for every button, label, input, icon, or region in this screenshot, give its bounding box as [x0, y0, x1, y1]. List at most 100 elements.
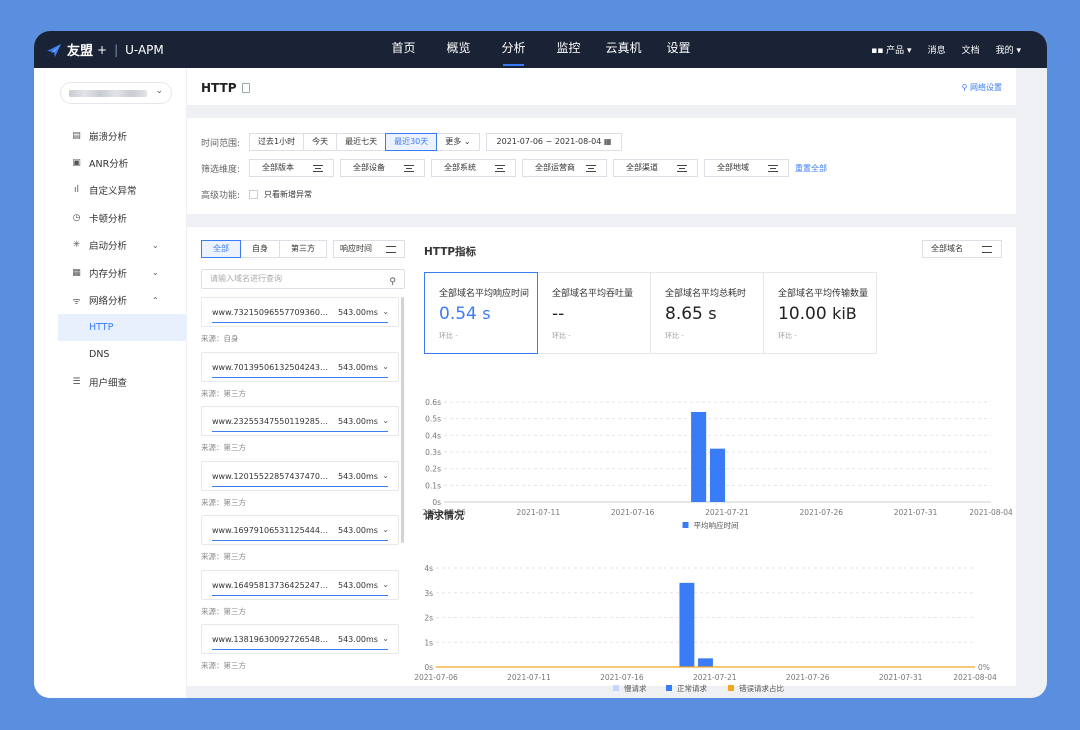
nav-settings[interactable]: 设置 — [651, 31, 706, 68]
os-select[interactable]: 全部系统 — [431, 159, 516, 177]
response-time: 543.00ms — [338, 308, 378, 317]
domain-row[interactable]: www.701395061325042434... 543.00ms ⌄ — [201, 351, 399, 382]
time-7d-button[interactable]: 最近七天 — [336, 133, 387, 151]
response-time: 543.00ms — [338, 635, 378, 644]
metric-label: 全部域名平均传输数量 — [778, 289, 869, 299]
metric-compare: 环比 - — [778, 332, 797, 340]
list-item: www.732150965577093608... 543.00ms ⌄ 来源：自身 — [201, 297, 401, 352]
sidebar-item-anr[interactable]: ▣ ANR分析 — [34, 149, 186, 176]
nav-overview[interactable]: 概览 — [431, 31, 486, 68]
list-scrollbar[interactable] — [401, 297, 404, 543]
response-time-chart: 0s0.1s0.2s0.3s0.4s0.5s0.6s2021-07-06 2021… — [422, 398, 1013, 530]
domain-row[interactable]: www.169791065311254442l... 543.00ms ⌄ — [201, 515, 399, 545]
new-exception-checkbox[interactable] — [249, 190, 258, 199]
nav-home[interactable]: 首页 — [376, 31, 431, 68]
nav-analysis[interactable]: 分析 — [486, 31, 541, 68]
domain-row[interactable]: www.164958137364252479... 543.00ms ⌄ — [201, 569, 399, 600]
top-navbar: 友盟 + | U-APM 首页 概览 分析 监控 云真机 设置 ▪▪ 产品 ▾ … — [34, 31, 1047, 68]
sidebar-item-label: 启动分析 — [89, 241, 128, 253]
sidebar-item-crash[interactable]: ▤ 崩溃分析 — [34, 122, 186, 149]
chevron-down-icon: ⌄ — [382, 307, 389, 316]
time-30d-button[interactable]: 最近30天 — [385, 133, 438, 151]
chevron-down-icon: ⌄ — [382, 579, 389, 589]
reset-all-link[interactable]: 重置全部 — [795, 163, 827, 174]
time-today-button[interactable]: 今天 — [303, 133, 338, 151]
domain-select[interactable]: 全部域名 — [922, 240, 1002, 258]
x-tick-label: 2021-08-04 — [969, 508, 1013, 517]
nav-cloud-device[interactable]: 云真机 — [596, 31, 651, 68]
row-underline — [212, 431, 388, 432]
docs-link[interactable]: 文档 — [962, 43, 980, 56]
metric-card-response-time[interactable]: 全部域名平均响应时间 0.54 s 环比 - — [424, 272, 538, 354]
products-menu[interactable]: ▪▪ 产品 ▾ — [871, 43, 911, 56]
metric-unit: s — [482, 304, 491, 323]
requests-chart: 0s 1s 2s 3s 4s 0% 2021-07-06 2021-07-11 2021-07-… — [414, 564, 997, 693]
domain-row[interactable]: www.732150965577093608... 543.00ms ⌄ — [201, 297, 399, 327]
carrier-select[interactable]: 全部运营商 — [522, 159, 607, 177]
y-tick-label: 0.2s — [425, 465, 441, 474]
domain-row[interactable]: www.232553475501192855... 543.00ms ⌄ — [201, 406, 399, 436]
sidebar-item-label: 崩溃分析 — [89, 131, 128, 143]
new-exception-label: 只看新增异常 — [264, 190, 312, 199]
region-select[interactable]: 全部地域 — [704, 159, 789, 177]
tab-third-party[interactable]: 第三方 — [279, 240, 327, 258]
chevron-down-icon: ⌄ — [382, 470, 389, 480]
anr-icon: ▣ — [72, 158, 81, 169]
sidebar-item-startup[interactable]: ✳ 启动分析 ⌄ — [34, 232, 186, 259]
time-1h-button[interactable]: 过去1小时 — [249, 133, 305, 151]
device-select-value: 全部设备 — [353, 163, 385, 172]
domain-list: www.732150965577093608... 543.00ms ⌄ 来源：自身 … — [201, 297, 401, 679]
metric-label: 全部域名平均吞吐量 — [552, 289, 634, 299]
x-tick-label: 2021-07-26 — [786, 673, 830, 682]
time-more-button[interactable]: 更多 ⌄ — [436, 133, 480, 151]
chevron-down-icon: ⌄ — [382, 525, 389, 534]
domain-row[interactable]: www.120155228574374702... 543.00ms ⌄ — [201, 460, 399, 491]
network-settings-link[interactable]: ⚲ 网络设置 — [962, 82, 1002, 93]
sidebar-item-custom-exception[interactable]: ıl 自定义异常 — [34, 177, 186, 204]
domain-search-input[interactable]: 请输入域名进行查询 ⚲ — [201, 269, 405, 289]
sidebar-item-dns[interactable]: DNS — [34, 341, 186, 368]
domain-name: www.138196300927265487... — [212, 635, 330, 644]
metric-value: -- — [552, 304, 564, 324]
app-selector[interactable]: ⌄ — [60, 82, 172, 104]
domain-source: 来源：第三方 — [201, 497, 246, 507]
carrier-select-value: 全部运营商 — [535, 163, 575, 172]
dimension-label: 筛选维度: — [201, 164, 241, 175]
sidebar-item-network[interactable]: ᯤ 网络分析 ⌃ — [34, 286, 186, 313]
domain-source: 来源：第三方 — [201, 606, 246, 616]
logo[interactable]: 友盟 + | U-APM — [46, 40, 164, 59]
bar — [709, 448, 726, 502]
date-range-picker[interactable]: 2021-07-06 ~ 2021-08-04 ▦ — [485, 133, 623, 151]
sidebar-item-http[interactable]: HTTP — [58, 313, 196, 342]
domain-row[interactable]: www.138196300927265487... 543.00ms ⌄ — [201, 624, 399, 654]
domain-name: www.232553475501192855... — [212, 417, 330, 426]
y-tick-label: 1s — [424, 638, 433, 647]
messages-link[interactable]: 消息 — [928, 43, 946, 56]
sidebar-item-user-detail[interactable]: ☰ 用户细查 — [34, 369, 186, 396]
metric-value: 0.54 s — [439, 304, 491, 324]
sidebar-item-label: 内存分析 — [89, 268, 128, 280]
y-tick-label: 0s — [424, 663, 433, 672]
doc-icon[interactable] — [242, 83, 250, 93]
nav-monitor[interactable]: 监控 — [541, 31, 596, 68]
version-select[interactable]: 全部版本 — [249, 159, 334, 177]
date-range-value: 2021-07-06 ~ 2021-08-04 — [496, 137, 602, 146]
sort-select[interactable]: 响应时间 — [333, 240, 405, 258]
filter-icon — [313, 165, 323, 172]
metric-card-transfer[interactable]: 全部域名平均传输数量 10.00 kiB 环比 - — [763, 272, 877, 354]
tab-all[interactable]: 全部 — [201, 240, 241, 258]
device-select[interactable]: 全部设备 — [340, 159, 425, 177]
save-icon: ▦ — [72, 267, 81, 278]
x-tick-label: 2021-07-06 — [414, 673, 458, 682]
row-underline — [212, 485, 388, 487]
x-tick-label: 2021-07-26 — [799, 508, 843, 517]
metric-value: 10.00 kiB — [778, 304, 857, 324]
sidebar-item-memory[interactable]: ▦ 内存分析 ⌄ — [34, 259, 186, 286]
calendar-icon: ▦ — [603, 137, 612, 146]
account-menu[interactable]: 我的 ▾ — [996, 43, 1021, 56]
channel-select[interactable]: 全部渠道 — [613, 159, 698, 177]
sidebar-item-lag[interactable]: ◷ 卡顿分析 — [34, 204, 186, 231]
tab-self[interactable]: 自身 — [240, 240, 280, 258]
metric-card-total-time[interactable]: 全部域名平均总耗时 8.65 s 环比 - — [650, 272, 764, 354]
metric-card-throughput[interactable]: 全部域名平均吞吐量 -- 环比 - — [537, 272, 651, 354]
